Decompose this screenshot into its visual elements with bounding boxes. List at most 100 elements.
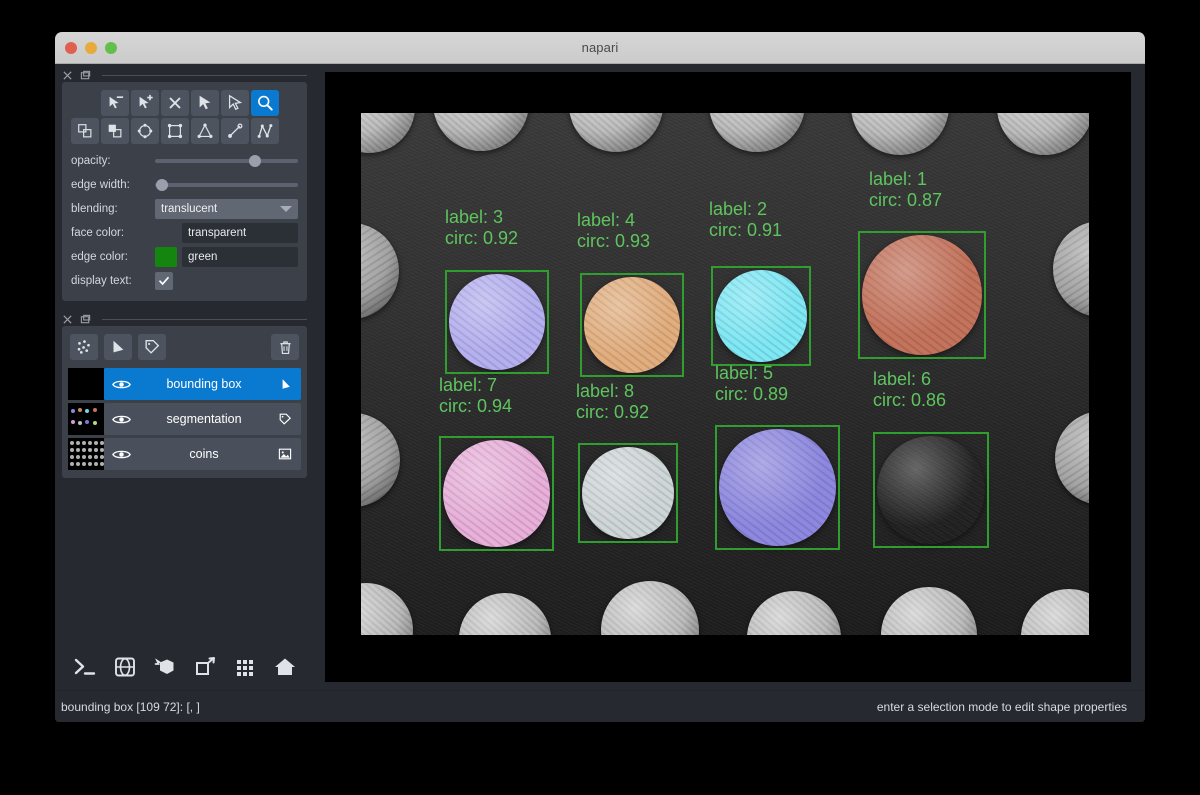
viewer-button-bar bbox=[62, 654, 307, 690]
layer-list-dock-header bbox=[62, 308, 307, 326]
shape-text-label: label: 6 circ: 0.86 bbox=[873, 369, 946, 411]
display-text-row: display text: bbox=[71, 270, 298, 292]
console-button[interactable] bbox=[72, 654, 98, 680]
edge-width-label: edge width: bbox=[71, 179, 155, 191]
close-icon[interactable] bbox=[62, 70, 73, 81]
thumbnail-coin bbox=[94, 462, 98, 466]
image-icon bbox=[277, 446, 293, 462]
check-icon bbox=[158, 275, 170, 287]
float-icon[interactable] bbox=[80, 70, 91, 81]
slider-track bbox=[155, 183, 298, 187]
dock-divider bbox=[102, 319, 307, 320]
new-shapes-layer-button[interactable] bbox=[104, 334, 132, 360]
add-polygon-icon[interactable] bbox=[191, 118, 219, 144]
transpose-dimensions-icon bbox=[193, 656, 217, 678]
close-window-button[interactable] bbox=[65, 42, 77, 54]
new-points-layer-button[interactable] bbox=[70, 334, 98, 360]
display-text-checkbox[interactable] bbox=[155, 272, 173, 290]
blending-select[interactable]: translucent bbox=[155, 199, 298, 219]
move-front-icon[interactable] bbox=[101, 118, 129, 144]
left-dock-column: opacity: edge width: blending: bbox=[55, 64, 315, 690]
direct-select-icon[interactable] bbox=[221, 90, 249, 116]
grid-view-button[interactable] bbox=[232, 654, 258, 680]
layer-action-buttons bbox=[68, 328, 301, 368]
select-vertex-remove-icon[interactable] bbox=[101, 90, 129, 116]
edge-color-row: edge color: green bbox=[71, 246, 298, 268]
bounding-box[interactable] bbox=[439, 436, 554, 551]
dock-divider bbox=[102, 75, 307, 76]
roll-dimensions-icon bbox=[153, 656, 177, 678]
delete-layer-button[interactable] bbox=[271, 334, 299, 360]
face-color-input[interactable]: transparent bbox=[182, 223, 298, 243]
ndisplay-toggle-button[interactable] bbox=[112, 654, 138, 680]
add-line-icon[interactable] bbox=[221, 118, 249, 144]
eye-icon[interactable] bbox=[112, 413, 131, 426]
status-bar: bounding box [109 72]: [, ] enter a sele… bbox=[55, 690, 1145, 722]
add-ellipse-icon[interactable] bbox=[131, 118, 159, 144]
thumbnail-coin bbox=[94, 441, 98, 445]
eye-icon[interactable] bbox=[112, 448, 131, 461]
points-icon bbox=[75, 338, 93, 356]
zoom-icon[interactable] bbox=[251, 90, 279, 116]
bounding-box[interactable] bbox=[445, 270, 549, 374]
thumbnail-coin bbox=[70, 462, 74, 466]
layer-name: coins bbox=[139, 447, 269, 461]
bounding-box[interactable] bbox=[715, 425, 840, 550]
add-rectangle-icon[interactable] bbox=[161, 118, 189, 144]
layer-row-content: bounding box bbox=[104, 368, 301, 400]
select-shape-icon[interactable] bbox=[191, 90, 219, 116]
opacity-slider-handle[interactable] bbox=[249, 155, 261, 167]
new-labels-layer-button[interactable] bbox=[138, 334, 166, 360]
transpose-dims-button[interactable] bbox=[192, 654, 218, 680]
layer-list: bounding box bbox=[68, 368, 301, 470]
bounding-box[interactable] bbox=[858, 231, 986, 359]
roll-dims-button[interactable] bbox=[152, 654, 178, 680]
float-icon[interactable] bbox=[80, 314, 91, 325]
bounding-box[interactable] bbox=[711, 266, 811, 366]
bounding-box[interactable] bbox=[580, 273, 684, 377]
face-color-label: face color: bbox=[71, 227, 155, 239]
shapes-icon bbox=[109, 338, 127, 356]
edge-width-slider-handle[interactable] bbox=[156, 179, 168, 191]
edge-color-value: green bbox=[188, 251, 217, 263]
labels-icon bbox=[143, 338, 161, 356]
maximize-window-button[interactable] bbox=[105, 42, 117, 54]
layer-thumbnail bbox=[68, 438, 104, 470]
layer-row-segmentation[interactable]: segmentation bbox=[68, 403, 301, 435]
labels-icon bbox=[277, 411, 293, 427]
layer-row-bounding-box[interactable]: bounding box bbox=[68, 368, 301, 400]
thumbnail-coin bbox=[94, 455, 98, 459]
close-icon[interactable] bbox=[62, 314, 73, 325]
window-body: opacity: edge width: blending: bbox=[55, 64, 1145, 690]
add-path-icon[interactable] bbox=[251, 118, 279, 144]
layer-row-coins[interactable]: coins bbox=[68, 438, 301, 470]
move-back-icon[interactable] bbox=[71, 118, 99, 144]
home-button[interactable] bbox=[272, 654, 298, 680]
coins-image: label: 3 circ: 0.92label: 4 circ: 0.93la… bbox=[361, 113, 1089, 635]
thumbnail-coin bbox=[100, 448, 104, 452]
thumbnail-coin bbox=[82, 441, 86, 445]
edge-width-slider[interactable] bbox=[155, 177, 298, 193]
layer-row-content: segmentation bbox=[104, 403, 301, 435]
bounding-box[interactable] bbox=[578, 443, 678, 543]
minimize-window-button[interactable] bbox=[85, 42, 97, 54]
thumbnail-coin bbox=[88, 462, 92, 466]
viewer-canvas[interactable]: label: 3 circ: 0.92label: 4 circ: 0.93la… bbox=[325, 72, 1131, 682]
edge-color-input[interactable]: green bbox=[182, 247, 298, 267]
bounding-box[interactable] bbox=[873, 432, 989, 548]
status-left: bounding box [109 72]: [, ] bbox=[61, 700, 200, 714]
layer-row-content: coins bbox=[104, 438, 301, 470]
shape-text-label: label: 2 circ: 0.91 bbox=[709, 199, 782, 241]
thumbnail-coin bbox=[82, 462, 86, 466]
slider-track bbox=[155, 159, 298, 163]
eye-icon[interactable] bbox=[112, 378, 131, 391]
layer-controls-dock-header bbox=[62, 64, 307, 82]
layer-thumbnail bbox=[68, 368, 104, 400]
thumbnail-coin bbox=[100, 441, 104, 445]
face-color-swatch[interactable] bbox=[155, 223, 177, 243]
select-vertex-add-icon[interactable] bbox=[131, 90, 159, 116]
delete-shape-icon[interactable] bbox=[161, 90, 189, 116]
edge-color-swatch[interactable] bbox=[155, 247, 177, 267]
shape-text-label: label: 7 circ: 0.94 bbox=[439, 375, 512, 417]
opacity-slider[interactable] bbox=[155, 153, 298, 169]
